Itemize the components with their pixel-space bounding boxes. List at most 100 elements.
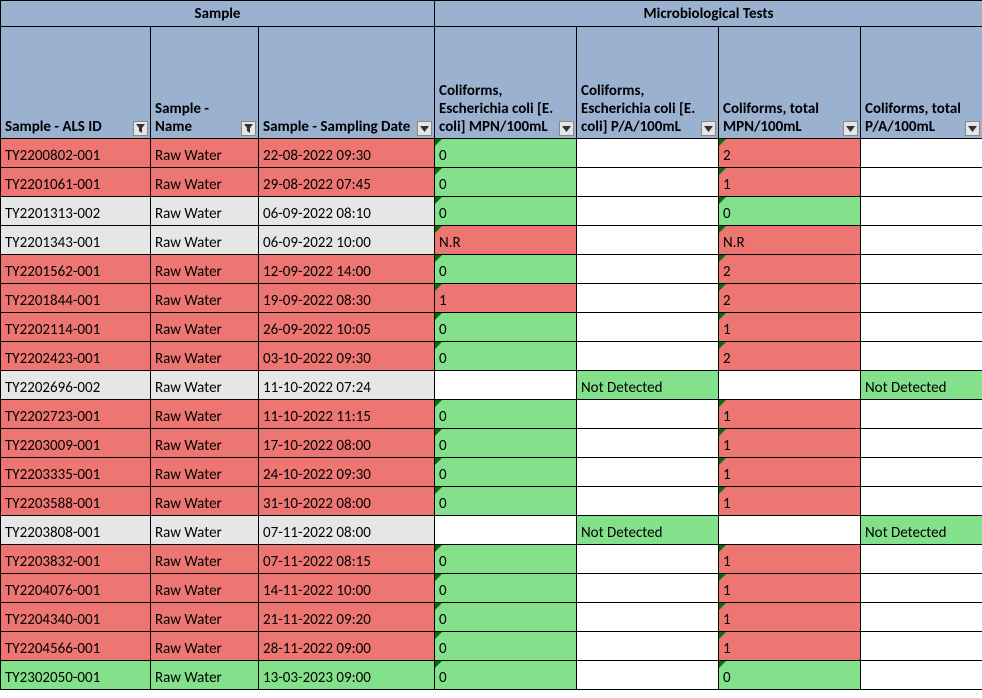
- cell-date[interactable]: 07-11-2022 08:15: [259, 545, 435, 574]
- cell-als-id[interactable]: TY2202423-001: [1, 342, 151, 371]
- cell-als-id[interactable]: TY2203832-001: [1, 545, 151, 574]
- cell-ecoli-pa[interactable]: Not Detected: [577, 516, 719, 545]
- cell-date[interactable]: 29-08-2022 07:45: [259, 168, 435, 197]
- cell-name[interactable]: Raw Water: [151, 574, 259, 603]
- cell-als-id[interactable]: TY2203808-001: [1, 516, 151, 545]
- cell-als-id[interactable]: TY2202114-001: [1, 313, 151, 342]
- cell-als-id[interactable]: TY2201343-001: [1, 226, 151, 255]
- cell-ecoli-mpn[interactable]: 0: [435, 661, 577, 690]
- cell-ecoli-mpn[interactable]: 0: [435, 632, 577, 661]
- cell-date[interactable]: 31-10-2022 08:00: [259, 487, 435, 516]
- cell-name[interactable]: Raw Water: [151, 168, 259, 197]
- cell-date[interactable]: 21-11-2022 09:20: [259, 603, 435, 632]
- cell-ecoli-pa[interactable]: [577, 400, 719, 429]
- cell-als-id[interactable]: TY2201061-001: [1, 168, 151, 197]
- cell-ecoli-pa[interactable]: [577, 603, 719, 632]
- filter-button[interactable]: [559, 121, 574, 136]
- cell-total-pa[interactable]: [861, 284, 982, 313]
- cell-total-mpn[interactable]: 1: [719, 400, 861, 429]
- cell-total-pa[interactable]: [861, 226, 982, 255]
- cell-ecoli-mpn[interactable]: 0: [435, 429, 577, 458]
- cell-ecoli-mpn[interactable]: 0: [435, 197, 577, 226]
- cell-total-mpn[interactable]: 2: [719, 284, 861, 313]
- cell-ecoli-mpn[interactable]: 0: [435, 545, 577, 574]
- cell-ecoli-pa[interactable]: [577, 313, 719, 342]
- cell-total-mpn[interactable]: 2: [719, 342, 861, 371]
- cell-name[interactable]: Raw Water: [151, 371, 259, 400]
- cell-total-mpn[interactable]: 0: [719, 197, 861, 226]
- cell-ecoli-pa[interactable]: [577, 168, 719, 197]
- cell-ecoli-pa[interactable]: [577, 429, 719, 458]
- cell-total-pa[interactable]: [861, 574, 982, 603]
- cell-total-pa[interactable]: [861, 342, 982, 371]
- cell-name[interactable]: Raw Water: [151, 632, 259, 661]
- cell-als-id[interactable]: TY2203335-001: [1, 458, 151, 487]
- cell-total-mpn[interactable]: 1: [719, 487, 861, 516]
- cell-ecoli-pa[interactable]: [577, 255, 719, 284]
- cell-ecoli-mpn[interactable]: 0: [435, 255, 577, 284]
- cell-date[interactable]: 06-09-2022 10:00: [259, 226, 435, 255]
- cell-ecoli-pa[interactable]: [577, 632, 719, 661]
- cell-name[interactable]: Raw Water: [151, 313, 259, 342]
- cell-ecoli-pa[interactable]: [577, 197, 719, 226]
- cell-total-mpn[interactable]: 1: [719, 313, 861, 342]
- cell-date[interactable]: 07-11-2022 08:00: [259, 516, 435, 545]
- filter-button[interactable]: [417, 121, 432, 136]
- cell-als-id[interactable]: TY2204566-001: [1, 632, 151, 661]
- cell-total-pa[interactable]: Not Detected: [861, 516, 982, 545]
- cell-total-mpn[interactable]: [719, 371, 861, 400]
- cell-name[interactable]: Raw Water: [151, 545, 259, 574]
- cell-date[interactable]: 19-09-2022 08:30: [259, 284, 435, 313]
- cell-ecoli-mpn[interactable]: 0: [435, 313, 577, 342]
- cell-ecoli-mpn[interactable]: 0: [435, 400, 577, 429]
- cell-ecoli-mpn[interactable]: 1: [435, 284, 577, 313]
- cell-total-mpn[interactable]: 2: [719, 139, 861, 168]
- cell-ecoli-mpn[interactable]: 0: [435, 574, 577, 603]
- cell-als-id[interactable]: TY2202696-002: [1, 371, 151, 400]
- cell-name[interactable]: Raw Water: [151, 661, 259, 690]
- cell-ecoli-mpn[interactable]: [435, 371, 577, 400]
- filter-button[interactable]: [241, 121, 256, 136]
- cell-date[interactable]: 17-10-2022 08:00: [259, 429, 435, 458]
- filter-button[interactable]: [843, 121, 858, 136]
- cell-als-id[interactable]: TY2302050-001: [1, 661, 151, 690]
- cell-total-pa[interactable]: [861, 487, 982, 516]
- cell-total-mpn[interactable]: [719, 516, 861, 545]
- cell-name[interactable]: Raw Water: [151, 255, 259, 284]
- cell-ecoli-pa[interactable]: [577, 545, 719, 574]
- cell-ecoli-mpn[interactable]: 0: [435, 487, 577, 516]
- cell-ecoli-pa[interactable]: [577, 226, 719, 255]
- cell-name[interactable]: Raw Water: [151, 400, 259, 429]
- cell-ecoli-mpn[interactable]: 0: [435, 168, 577, 197]
- cell-total-pa[interactable]: [861, 255, 982, 284]
- cell-total-mpn[interactable]: 2: [719, 255, 861, 284]
- cell-date[interactable]: 06-09-2022 08:10: [259, 197, 435, 226]
- cell-als-id[interactable]: TY2201313-002: [1, 197, 151, 226]
- cell-als-id[interactable]: TY2203009-001: [1, 429, 151, 458]
- filter-button[interactable]: [965, 121, 980, 136]
- cell-date[interactable]: 12-09-2022 14:00: [259, 255, 435, 284]
- filter-button[interactable]: [133, 121, 148, 136]
- cell-date[interactable]: 11-10-2022 07:24: [259, 371, 435, 400]
- cell-als-id[interactable]: TY2201562-001: [1, 255, 151, 284]
- cell-als-id[interactable]: TY2204340-001: [1, 603, 151, 632]
- cell-date[interactable]: 24-10-2022 09:30: [259, 458, 435, 487]
- cell-name[interactable]: Raw Water: [151, 487, 259, 516]
- cell-total-mpn[interactable]: N.R: [719, 226, 861, 255]
- cell-name[interactable]: Raw Water: [151, 342, 259, 371]
- cell-total-pa[interactable]: [861, 168, 982, 197]
- cell-name[interactable]: Raw Water: [151, 603, 259, 632]
- cell-total-mpn[interactable]: 1: [719, 429, 861, 458]
- cell-als-id[interactable]: TY2201844-001: [1, 284, 151, 313]
- cell-total-mpn[interactable]: 0: [719, 661, 861, 690]
- cell-total-mpn[interactable]: 1: [719, 603, 861, 632]
- cell-als-id[interactable]: TY2203588-001: [1, 487, 151, 516]
- cell-total-pa[interactable]: [861, 545, 982, 574]
- cell-ecoli-mpn[interactable]: 0: [435, 458, 577, 487]
- cell-ecoli-pa[interactable]: [577, 487, 719, 516]
- cell-name[interactable]: Raw Water: [151, 458, 259, 487]
- cell-total-pa[interactable]: [861, 632, 982, 661]
- cell-total-mpn[interactable]: 1: [719, 574, 861, 603]
- cell-ecoli-mpn[interactable]: 0: [435, 139, 577, 168]
- cell-total-pa[interactable]: [861, 458, 982, 487]
